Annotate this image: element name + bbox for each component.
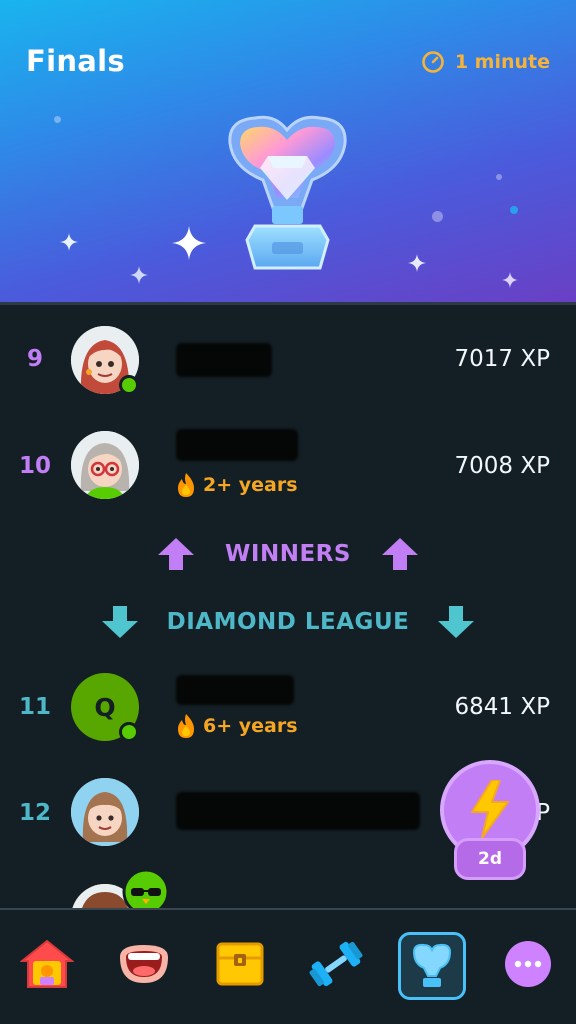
stopwatch-icon — [422, 51, 444, 73]
rank-number: 12 — [18, 800, 51, 826]
streak: 6+ years — [176, 714, 298, 738]
leaderboard-row[interactable]: 9 7017 XP — [0, 310, 576, 410]
winners-label: WINNERS — [225, 541, 351, 567]
nav-leagues[interactable] — [398, 932, 466, 1000]
flame-icon — [178, 473, 194, 497]
avatar-initial: Q — [94, 692, 116, 722]
sparkle-icon — [408, 254, 426, 272]
nav-speaking[interactable] — [112, 932, 176, 996]
header-divider — [0, 302, 576, 305]
diamond-trophy-icon — [228, 115, 347, 270]
sparkle-icon — [130, 266, 148, 284]
lightning-bolt-icon — [471, 780, 509, 838]
sparkle-icon — [172, 226, 206, 260]
page-title: Finals — [26, 44, 125, 78]
league-header: Finals 1 minute — [0, 0, 576, 305]
sparkle-icon — [502, 272, 518, 288]
home-icon — [20, 939, 74, 988]
avatar[interactable] — [71, 778, 139, 846]
redacted-username — [176, 429, 298, 461]
arrow-down-icon — [101, 606, 138, 638]
sparkle-dot — [496, 174, 502, 180]
streak-label: 6+ years — [203, 715, 298, 737]
treasure-chest-icon — [216, 942, 264, 986]
dumbbell-icon — [309, 941, 363, 987]
avatar-face — [71, 778, 139, 846]
speaking-mouth-icon — [120, 945, 168, 983]
demotion-zone-divider: DIAMOND LEAGUE — [0, 602, 576, 642]
leaderboard-screen: Finals 1 minute 9 7017 XP 10 2+ years 70… — [0, 0, 576, 1024]
avatar-face — [71, 431, 139, 499]
avatar[interactable] — [71, 431, 139, 499]
arrow-down-icon — [438, 606, 475, 638]
leagues-icon — [412, 943, 452, 987]
timer-label: 1 minute — [454, 51, 550, 73]
xp-value: 7008 XP — [454, 453, 550, 479]
redacted-username — [176, 343, 272, 377]
rank-number: 11 — [18, 694, 51, 720]
redacted-username — [176, 792, 420, 830]
arrow-up-icon — [158, 538, 195, 570]
rank-number: 9 — [26, 346, 43, 372]
rank-number: 10 — [18, 453, 51, 479]
streak: 2+ years — [176, 473, 298, 497]
xp-value: 6841 XP — [454, 694, 550, 720]
sparkle-dot — [54, 116, 61, 123]
xp-value: 7017 XP — [454, 346, 550, 372]
diamond-league-label: DIAMOND LEAGUE — [166, 609, 410, 635]
nav-more[interactable] — [496, 932, 560, 996]
sparkle-icon — [60, 233, 78, 251]
arrow-up-icon — [381, 538, 418, 570]
nav-home[interactable] — [15, 932, 79, 996]
more-icon — [505, 941, 551, 987]
nav-practice[interactable] — [304, 932, 368, 996]
online-indicator — [119, 375, 139, 395]
redacted-username — [176, 675, 294, 705]
duo-sunglasses-icon — [122, 868, 170, 908]
promotion-zone-divider: WINNERS — [0, 534, 576, 574]
online-indicator — [119, 722, 139, 742]
flame-icon — [178, 714, 194, 738]
streak-label: 2+ years — [203, 474, 298, 496]
leaderboard-row[interactable]: 11 Q 6+ years 6841 XP — [0, 657, 576, 757]
boost-timer-badge: 2d — [454, 838, 526, 880]
bottom-nav — [0, 908, 576, 1024]
sparkle-dot — [432, 211, 443, 222]
leaderboard-row[interactable]: 10 2+ years 7008 XP — [0, 415, 576, 515]
sparkle-dot — [510, 206, 518, 214]
nav-chest[interactable] — [208, 932, 272, 996]
timer: 1 minute — [421, 50, 550, 74]
